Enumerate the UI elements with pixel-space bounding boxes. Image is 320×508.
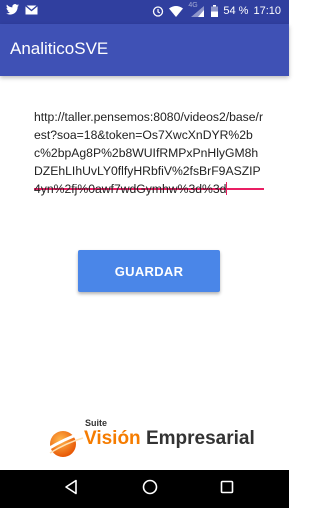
recents-button[interactable] xyxy=(216,478,238,500)
app-title: AnaliticoSVE xyxy=(10,39,109,58)
suite-vision-empresarial-logo: Suite Visión Empresarial xyxy=(44,415,264,459)
wifi-icon xyxy=(169,5,184,17)
url-input-value: http://taller.pensemos:8080/videos2/base… xyxy=(34,110,263,196)
app-bar: AnaliticoSVE xyxy=(0,24,289,76)
logo-suite-text: Suite xyxy=(85,418,108,428)
logo-wordmark: Visión Empresarial xyxy=(84,428,255,450)
navigation-bar xyxy=(0,470,289,508)
home-circle-icon xyxy=(142,479,158,500)
back-button[interactable] xyxy=(60,478,82,500)
network-type-label: 4G xyxy=(188,2,198,9)
save-button[interactable]: GUARDAR xyxy=(78,250,220,292)
notification-icons xyxy=(6,4,38,18)
globe-swoosh-icon xyxy=(46,429,84,464)
logo-empresarial-text: Empresarial xyxy=(145,428,255,449)
battery-percent: 54 % xyxy=(223,5,249,17)
logo-vision-text: Visión xyxy=(84,428,141,449)
home-button[interactable] xyxy=(139,478,161,500)
mail-icon xyxy=(25,4,38,18)
twitter-icon xyxy=(6,4,19,18)
recents-square-icon xyxy=(220,480,234,499)
save-button-label: GUARDAR xyxy=(114,263,184,279)
signal-icon: 4G xyxy=(188,2,206,17)
url-input[interactable]: http://taller.pensemos:8080/videos2/base… xyxy=(34,108,264,196)
text-cursor xyxy=(226,182,228,195)
system-status: 4G 54 % 17:10 xyxy=(152,2,281,17)
battery-icon xyxy=(211,5,219,17)
back-triangle-icon xyxy=(64,479,78,500)
clock: 17:10 xyxy=(253,5,281,17)
alarm-icon xyxy=(152,5,164,17)
status-bar: 4G 54 % 17:10 xyxy=(0,0,289,24)
